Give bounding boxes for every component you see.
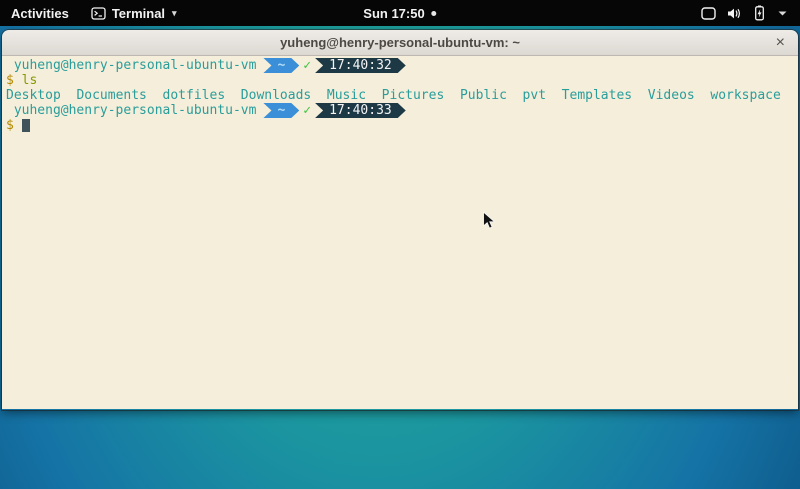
- prompt-time: 17:40:32: [329, 58, 392, 73]
- prompt-cwd: ~: [277, 103, 285, 118]
- directory-name: Pictures: [382, 88, 445, 103]
- powerline-time-segment: 17:40:32: [315, 58, 406, 73]
- directory-name: workspace: [710, 88, 780, 103]
- chevron-down-icon: [777, 10, 788, 17]
- powerline-cwd-segment: ~: [263, 58, 299, 73]
- text-cursor: [22, 119, 30, 132]
- system-menu-button[interactable]: [693, 0, 796, 26]
- command-text: ls: [22, 73, 38, 88]
- mouse-cursor: [482, 211, 496, 231]
- terminal-content[interactable]: yuheng@henry-personal-ubuntu-vm ~ ✓ 17:4…: [2, 56, 798, 409]
- clock-button[interactable]: Sun 17:50: [353, 0, 446, 26]
- prompt-user: yuheng@henry-personal-ubuntu-vm: [6, 58, 256, 73]
- prompt-symbol: $: [6, 73, 14, 88]
- terminal-icon: [91, 7, 106, 20]
- notification-dot-icon: [432, 11, 437, 16]
- app-menu-label: Terminal: [112, 6, 165, 21]
- directory-name: Downloads: [241, 88, 311, 103]
- status-check-icon: ✓: [303, 58, 311, 73]
- top-bar: Activities Terminal ▾ Sun 17:50: [0, 0, 800, 26]
- powerline-cwd-segment: ~: [263, 103, 299, 118]
- window-title: yuheng@henry-personal-ubuntu-vm: ~: [280, 35, 520, 50]
- directory-name: Public: [460, 88, 507, 103]
- prompt-symbol: $: [6, 118, 14, 133]
- directory-name: Desktop: [6, 88, 61, 103]
- prompt-user: yuheng@henry-personal-ubuntu-vm: [6, 103, 256, 118]
- window-titlebar[interactable]: yuheng@henry-personal-ubuntu-vm: ~ ×: [2, 30, 798, 56]
- screen-icon: [701, 7, 716, 20]
- powerline-time-segment: 17:40:33: [315, 103, 406, 118]
- ls-output: Desktop Documents dotfiles Downloads Music Pi…: [6, 88, 798, 103]
- terminal-window: yuheng@henry-personal-ubuntu-vm: ~ × yuh…: [2, 30, 798, 410]
- command-line: $ ls: [6, 73, 798, 88]
- close-button[interactable]: ×: [776, 35, 785, 51]
- input-line[interactable]: $: [6, 118, 798, 133]
- clock-label: Sun 17:50: [363, 6, 424, 21]
- directory-name: pvt: [523, 88, 546, 103]
- directory-name: Music: [327, 88, 366, 103]
- directory-name: Documents: [76, 88, 146, 103]
- directory-name: Templates: [562, 88, 632, 103]
- status-check-icon: ✓: [303, 103, 311, 118]
- battery-charging-icon: [753, 5, 766, 21]
- prompt-line: yuheng@henry-personal-ubuntu-vm ~ ✓ 17:4…: [6, 58, 798, 73]
- volume-icon: [727, 7, 742, 20]
- prompt-line: yuheng@henry-personal-ubuntu-vm ~ ✓ 17:4…: [6, 103, 798, 118]
- prompt-time: 17:40:33: [329, 103, 392, 118]
- chevron-down-icon: ▾: [172, 8, 177, 19]
- prompt-cwd: ~: [277, 58, 285, 73]
- activities-button[interactable]: Activities: [0, 0, 80, 26]
- app-menu-button[interactable]: Terminal ▾: [80, 0, 188, 26]
- directory-name: Videos: [648, 88, 695, 103]
- directory-name: dotfiles: [163, 88, 226, 103]
